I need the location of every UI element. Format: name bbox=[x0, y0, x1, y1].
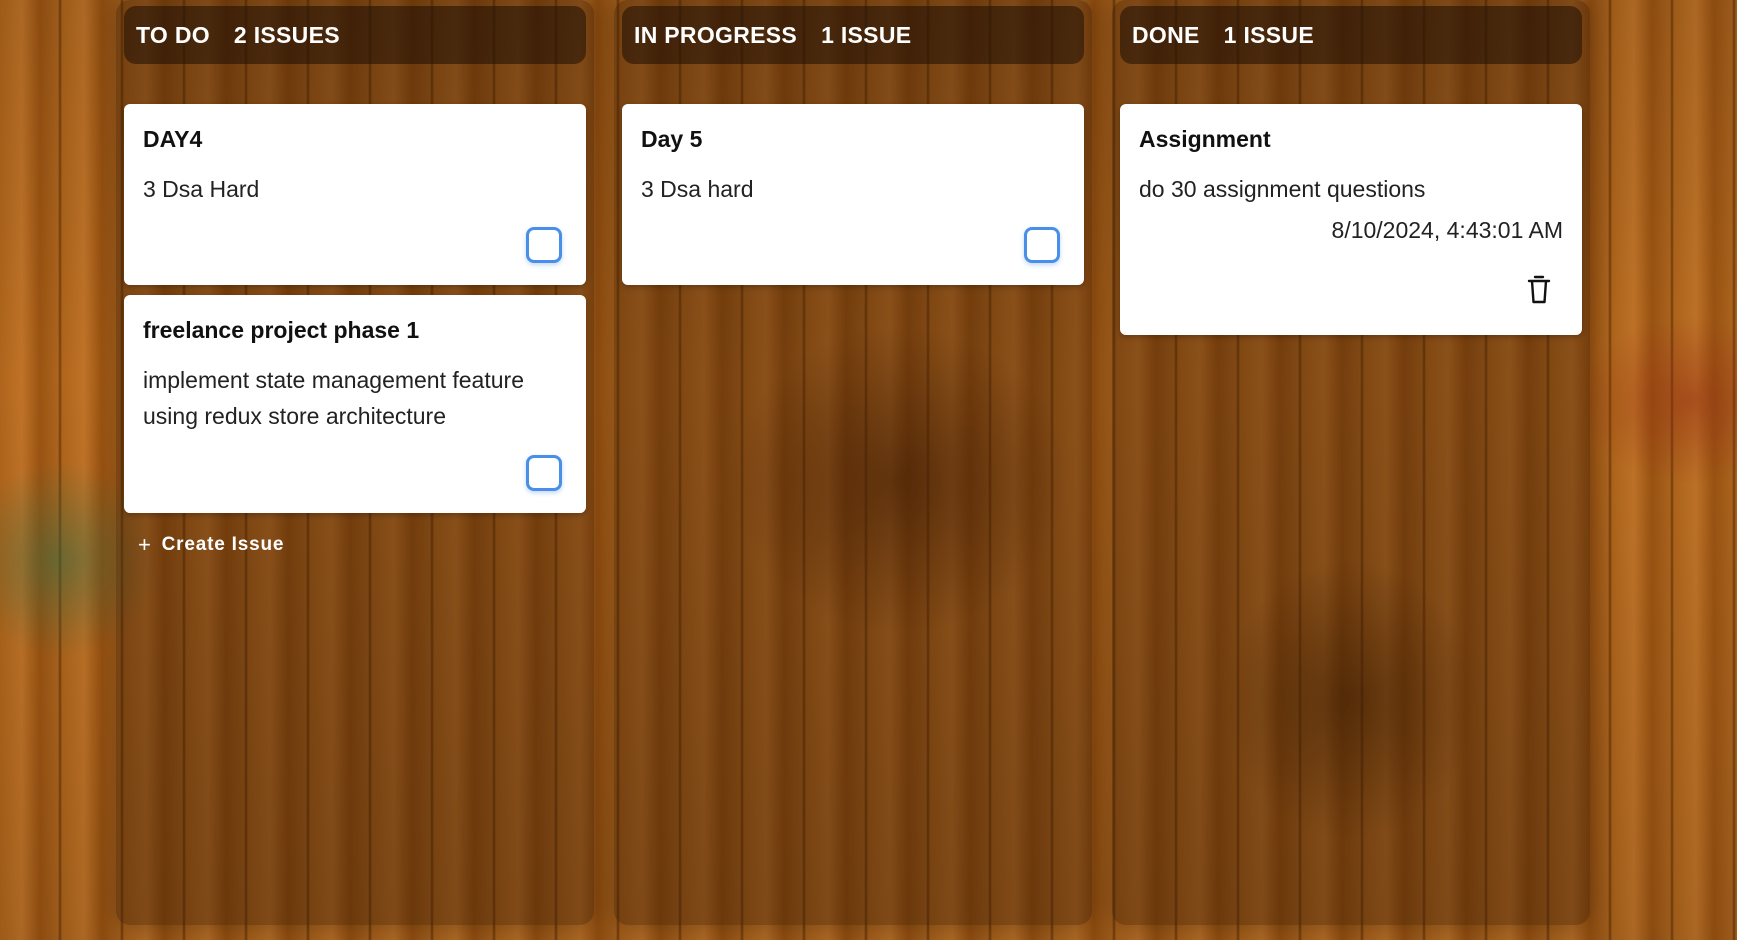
issue-count: 2 ISSUES bbox=[233, 21, 340, 48]
column-todo: TO DO 2 ISSUES DAY4 3 Dsa Hard freelance… bbox=[116, 0, 594, 925]
issue-card[interactable]: Assignment do 30 assignment questions 8/… bbox=[1120, 104, 1582, 335]
issue-description: 3 Dsa hard bbox=[641, 176, 754, 202]
issue-card[interactable]: DAY4 3 Dsa Hard bbox=[124, 104, 586, 285]
issue-description: implement state management feature using… bbox=[143, 367, 524, 429]
column-header-in-progress: IN PROGRESS 1 ISSUE bbox=[622, 6, 1084, 64]
completed-timestamp: 8/10/2024, 4:43:01 AM bbox=[1331, 217, 1563, 243]
column-header-done: DONE 1 ISSUE bbox=[1120, 6, 1582, 64]
plus-icon: + bbox=[138, 532, 152, 557]
column-in-progress: IN PROGRESS 1 ISSUE Day 5 3 Dsa hard bbox=[614, 0, 1092, 925]
kanban-board: TO DO 2 ISSUES DAY4 3 Dsa Hard freelance… bbox=[0, 0, 1737, 940]
issue-count: 1 ISSUE bbox=[821, 21, 912, 48]
issue-description: do 30 assignment questions bbox=[1139, 176, 1426, 202]
issue-title: DAY4 bbox=[143, 126, 203, 152]
issue-title: Assignment bbox=[1139, 126, 1271, 152]
issue-count: 1 ISSUE bbox=[1223, 21, 1314, 48]
issue-card[interactable]: freelance project phase 1 implement stat… bbox=[124, 295, 586, 513]
issue-card[interactable]: Day 5 3 Dsa hard bbox=[622, 104, 1084, 285]
column-title: IN PROGRESS bbox=[634, 21, 798, 48]
issue-title: Day 5 bbox=[641, 126, 703, 152]
issue-description: 3 Dsa Hard bbox=[143, 176, 260, 202]
create-issue-button[interactable]: + Create Issue bbox=[138, 532, 284, 558]
create-issue-label: Create Issue bbox=[161, 534, 285, 555]
checkbox-icon[interactable] bbox=[526, 455, 562, 491]
issue-title: freelance project phase 1 bbox=[143, 317, 420, 343]
checkbox-icon[interactable] bbox=[526, 227, 562, 263]
checkbox-icon[interactable] bbox=[1024, 227, 1060, 263]
column-title: TO DO bbox=[136, 21, 210, 48]
column-title: DONE bbox=[1132, 21, 1200, 48]
trash-icon[interactable] bbox=[1526, 275, 1552, 305]
column-done: DONE 1 ISSUE Assignment do 30 assignment… bbox=[1112, 0, 1590, 925]
column-header-todo: TO DO 2 ISSUES bbox=[124, 6, 586, 64]
